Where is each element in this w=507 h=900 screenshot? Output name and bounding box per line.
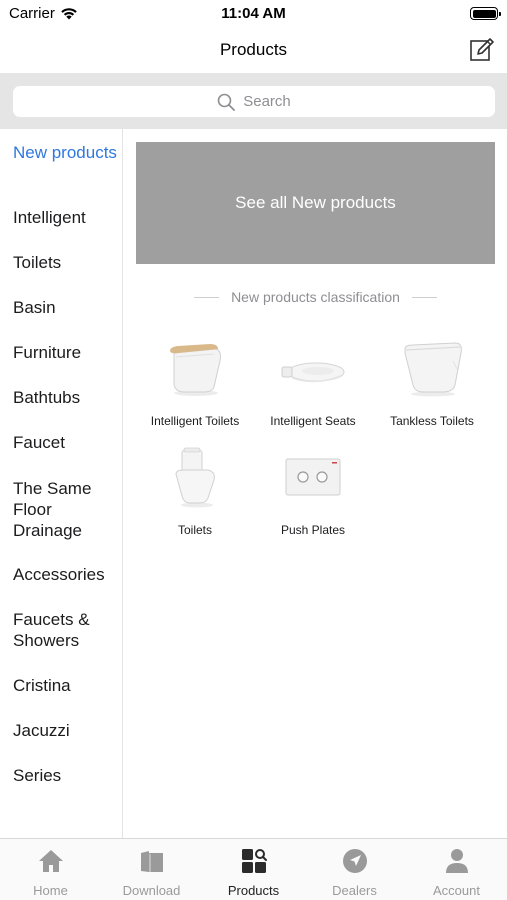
tab-label: Account [433, 883, 480, 898]
sidebar-item-faucet[interactable]: Faucet [13, 432, 118, 453]
edit-icon[interactable] [469, 37, 495, 63]
sidebar-item-accessories[interactable]: Accessories [13, 564, 118, 585]
sidebar-item-jacuzzi[interactable]: Jacuzzi [13, 720, 118, 741]
category-sidebar: New products Intelligent Toilets Basin F… [0, 129, 123, 838]
search-placeholder: Search [243, 93, 291, 110]
product-push-plates[interactable]: Push Plates [254, 445, 372, 537]
person-icon [445, 849, 468, 873]
section-header: New products classification [124, 289, 507, 305]
page-title: Products [219, 40, 288, 59]
sidebar-item-furniture[interactable]: Furniture [13, 342, 118, 363]
tab-label: Products [227, 883, 280, 898]
section-title: New products classification [231, 289, 400, 305]
product-tankless-toilets[interactable]: Tankless Toilets [373, 336, 491, 428]
banner-label: See all New products [235, 193, 396, 212]
toilet-icon [175, 447, 215, 508]
product-intelligent-seats[interactable]: Intelligent Seats [254, 336, 372, 428]
sidebar-item-basin[interactable]: Basin [13, 297, 118, 318]
divider-line [411, 296, 437, 298]
search-icon [217, 93, 236, 111]
sidebar-item-floor-drainage[interactable]: The Same Floor Drainage [13, 478, 103, 541]
tab-home[interactable]: Home [0, 839, 101, 900]
tab-download[interactable]: Download [101, 839, 202, 900]
tab-label: Dealers [332, 883, 377, 898]
product-content: See all New products New products classi… [124, 129, 507, 838]
divider-line [194, 296, 220, 298]
tab-products[interactable]: Products [203, 839, 304, 900]
sidebar-item-intelligent[interactable]: Intelligent [13, 207, 118, 228]
location-arrow-icon [342, 849, 367, 873]
home-icon [38, 850, 63, 872]
tab-account[interactable]: Account [406, 839, 507, 900]
sidebar-item-faucets-showers[interactable]: Faucets & Showers [13, 609, 108, 651]
status-bar: Carrier 11:04 AM [0, 0, 507, 28]
battery-icon [470, 7, 501, 20]
tab-label: Download [122, 883, 181, 898]
see-all-banner[interactable]: See all New products [136, 142, 495, 264]
product-label: Intelligent Seats [270, 414, 356, 428]
product-label: Toilets [177, 523, 212, 537]
smart-toilet-icon [170, 344, 221, 396]
nav-bar: Products [0, 28, 507, 73]
sidebar-item-series[interactable]: Series [13, 765, 118, 786]
sidebar-item-cristina[interactable]: Cristina [13, 675, 118, 696]
product-label: Push Plates [280, 523, 346, 537]
search-bar-area: Search [0, 73, 507, 129]
toilet-seat-icon [281, 362, 345, 383]
search-input[interactable]: Search [13, 86, 495, 117]
sidebar-item-toilets[interactable]: Toilets [13, 252, 118, 273]
product-intelligent-toilets[interactable]: Intelligent Toilets [136, 336, 254, 428]
sidebar-item-bathtubs[interactable]: Bathtubs [13, 387, 118, 408]
tankless-toilet-icon [404, 342, 462, 397]
tab-dealers[interactable]: Dealers [304, 839, 405, 900]
product-toilets[interactable]: Toilets [136, 445, 254, 537]
push-plate-icon [285, 458, 341, 496]
sidebar-item-new-products[interactable]: New products [13, 142, 118, 163]
products-icon [241, 849, 267, 873]
status-time: 11:04 AM [221, 5, 286, 22]
download-icon [140, 851, 163, 872]
tab-label: Home [33, 883, 68, 898]
tab-bar: Home Download Products Dealers Account [0, 838, 507, 900]
product-label: Tankless Toilets [390, 414, 474, 428]
product-label: Intelligent Toilets [150, 414, 240, 428]
